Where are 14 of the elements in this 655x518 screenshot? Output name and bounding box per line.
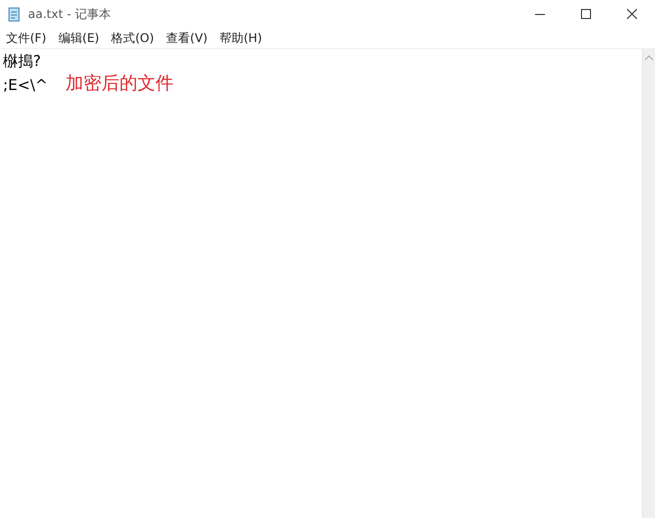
text-line: 椕搗? xyxy=(3,51,41,72)
window-title: aa.txt - 记事本 xyxy=(28,6,111,22)
menu-item[interactable]: 查看(V) xyxy=(160,30,214,46)
notepad-icon xyxy=(6,6,22,22)
scrollbar[interactable] xyxy=(642,49,655,518)
menu-item[interactable]: 编辑(E) xyxy=(52,30,106,46)
caret-up-icon[interactable] xyxy=(645,55,653,60)
menu-item[interactable]: 帮助(H) xyxy=(214,30,268,46)
annotation-text: 加密后的文件 xyxy=(66,72,174,96)
maximize-icon xyxy=(581,9,591,19)
menu-item[interactable]: 文件(F) xyxy=(0,30,52,46)
menu-item[interactable]: 格式(O) xyxy=(105,30,160,46)
close-icon xyxy=(627,9,637,19)
text-line: ;E<\^ xyxy=(3,75,48,96)
